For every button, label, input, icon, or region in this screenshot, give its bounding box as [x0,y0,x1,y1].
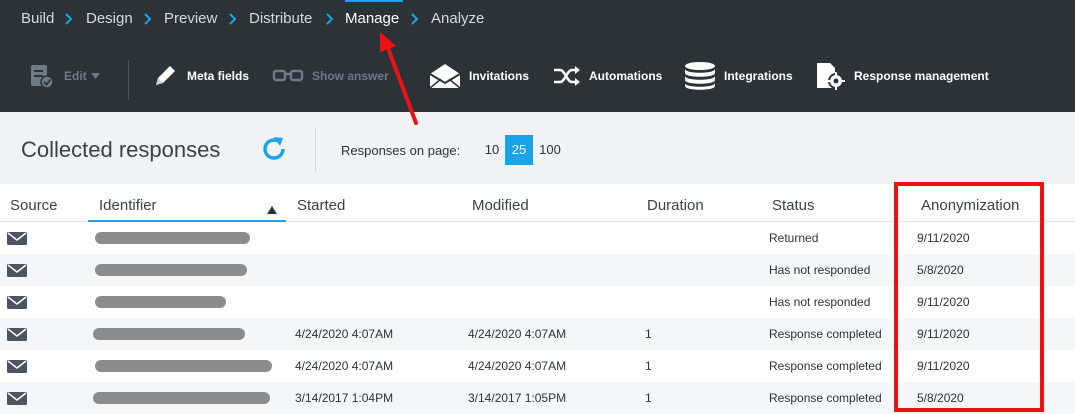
cell-duration: 1 [645,359,652,373]
column-header-duration[interactable]: Duration [647,197,704,214]
chevron-right-icon [141,12,155,26]
meta-fields-button[interactable]: Meta fields [151,40,249,112]
cell-started: 4/24/2020 4:07AM [295,359,394,373]
top-navigation: Build Design Preview Distribute Manage A… [0,0,1075,40]
cell-status: Returned [769,231,819,245]
cell-modified: 4/24/2020 4:07AM [468,327,567,341]
integrations-label: Integrations [724,69,793,83]
document-gear-icon [814,61,846,91]
redacted-identifier [95,360,272,372]
highlight-box-anonymization [894,182,1044,412]
cell-status: Has not responded [769,263,871,277]
chevron-right-icon [323,12,337,26]
response-management-button[interactable]: Response management [814,40,989,112]
response-management-label: Response management [854,69,989,83]
nav-manage[interactable]: Manage [345,10,399,28]
pencil-icon [151,62,179,90]
header-divider [315,128,316,172]
cell-duration: 1 [645,391,652,405]
edit-button[interactable]: Edit [28,40,100,112]
column-header-status[interactable]: Status [772,197,815,214]
per-page-option-25[interactable]: 25 [505,135,533,165]
integrations-button[interactable]: Integrations [684,40,793,112]
redacted-identifier [95,264,247,276]
cell-status: Response completed [769,391,882,405]
column-header-identifier[interactable]: Identifier [99,197,157,214]
mail-icon [7,232,27,245]
automations-label: Automations [589,69,663,83]
toolbar: Edit Meta fields Show answer Invitations… [0,40,1075,112]
automations-button[interactable]: Automations [553,40,662,112]
cell-started: 4/24/2020 4:07AM [295,327,394,341]
caret-down-icon [90,69,100,83]
invitations-label: Invitations [469,69,530,83]
nav-build[interactable]: Build [21,10,54,28]
cell-status: Response completed [769,359,882,373]
toolbar-divider [128,60,129,100]
mail-icon [7,360,27,373]
per-page-option-100[interactable]: 100 [535,135,565,165]
mail-icon [7,328,27,341]
chevron-right-icon [62,12,76,26]
redacted-identifier [95,232,250,244]
redacted-identifier [93,328,245,340]
page-title: Collected responses [21,137,221,162]
cell-modified: 3/14/2017 1:05PM [468,391,567,405]
per-page-option-10[interactable]: 10 [480,135,504,165]
redacted-identifier [93,392,270,404]
cell-started: 3/14/2017 1:04PM [295,391,394,405]
nav-preview[interactable]: Preview [164,10,217,28]
chevron-right-icon [226,12,240,26]
meta-fields-label: Meta fields [187,69,250,83]
red-arrow-annotation [368,28,428,128]
nav-design[interactable]: Design [86,10,133,28]
edit-label: Edit [64,69,87,83]
per-page-label: Responses on page: [341,143,461,158]
cell-modified: 4/24/2020 4:07AM [468,359,567,373]
cell-status: Response completed [769,327,882,341]
database-icon [684,61,716,91]
mail-icon [7,392,27,405]
redacted-identifier [95,296,226,308]
shuffle-icon [553,65,581,87]
column-header-source[interactable]: Source [10,197,58,214]
mail-icon [7,264,27,277]
nav-distribute[interactable]: Distribute [249,10,312,28]
glasses-icon [272,66,304,86]
edit-checklist-icon [28,62,56,90]
envelope-icon [429,62,461,90]
column-header-started[interactable]: Started [297,197,345,214]
sort-ascending-icon[interactable] [267,201,277,214]
cell-duration: 1 [645,327,652,341]
invitations-button[interactable]: Invitations [429,40,529,112]
cell-status: Has not responded [769,295,871,309]
refresh-icon[interactable] [259,134,289,164]
nav-analyze[interactable]: Analyze [431,10,484,28]
chevron-right-icon [408,12,422,26]
active-tab-indicator [345,0,403,2]
mail-icon [7,296,27,309]
column-header-modified[interactable]: Modified [472,197,529,214]
